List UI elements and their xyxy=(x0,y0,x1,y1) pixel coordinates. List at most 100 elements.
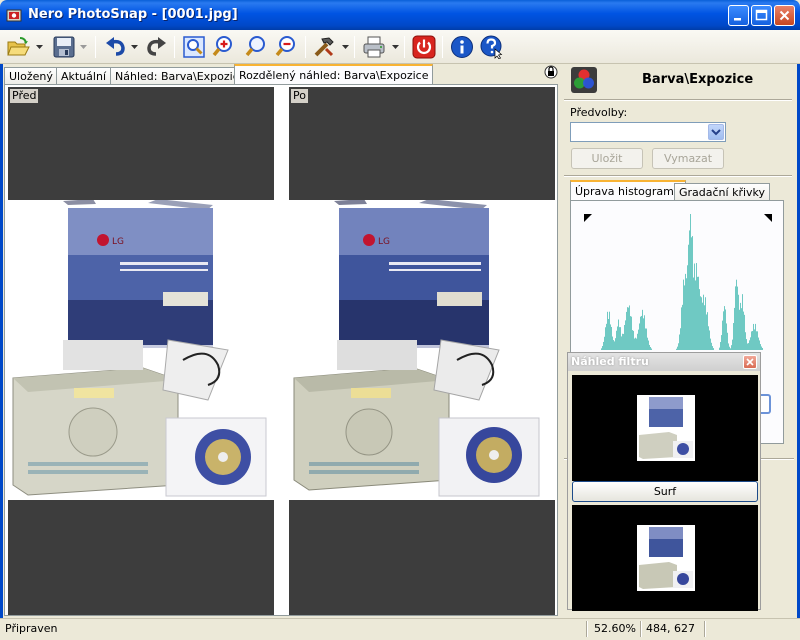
zoom-in-button[interactable] xyxy=(212,35,236,59)
svg-text:LG: LG xyxy=(112,237,124,247)
after-pane[interactable]: Po LG xyxy=(289,87,555,615)
histogram-bar xyxy=(606,323,607,350)
fit-zoom-button[interactable] xyxy=(182,35,206,59)
chevron-down-icon xyxy=(711,129,721,136)
panel-title: Barva\Expozice xyxy=(642,72,754,87)
histogram-bar xyxy=(630,316,631,350)
open-dropdown-icon[interactable] xyxy=(36,45,43,50)
save-preset-button[interactable]: Uložit xyxy=(571,148,643,169)
exit-button[interactable] xyxy=(412,35,436,59)
histogram-bar xyxy=(629,305,630,350)
fit-zoom-icon xyxy=(183,36,205,58)
tab-split-preview[interactable]: Rozdělený náhled: Barva\Expozice xyxy=(234,64,434,86)
histogram-bar xyxy=(712,346,713,350)
filter-preview-close-button[interactable] xyxy=(743,355,757,369)
status-separator xyxy=(586,621,588,637)
open-button[interactable] xyxy=(6,35,30,59)
maximize-button[interactable] xyxy=(751,5,772,26)
histogram-bar xyxy=(696,263,697,350)
close-button[interactable] xyxy=(774,5,795,26)
histogram-bar xyxy=(637,333,638,350)
pin-icon[interactable] xyxy=(544,65,558,79)
histogram-bar xyxy=(610,324,611,350)
histogram-bar xyxy=(611,326,612,350)
redo-icon xyxy=(147,37,166,56)
histogram-bar xyxy=(698,276,699,350)
toolbar-separator xyxy=(442,36,443,58)
split-preview: Před LG Po LG xyxy=(4,84,558,616)
tools-icon xyxy=(314,37,334,57)
zoom-button[interactable] xyxy=(244,35,268,59)
print-dropdown-icon[interactable] xyxy=(392,45,399,50)
histogram-bar xyxy=(681,307,682,350)
histogram-bar xyxy=(602,345,603,350)
histogram-bars xyxy=(601,214,763,350)
histogram-bar xyxy=(756,331,757,350)
close-icon xyxy=(746,358,754,366)
histogram-bar xyxy=(690,214,691,350)
help-button[interactable] xyxy=(480,35,504,59)
minimize-button[interactable] xyxy=(728,5,749,26)
delete-preset-button[interactable]: Vymazat xyxy=(652,148,724,169)
tools-button[interactable] xyxy=(312,35,336,59)
print-button[interactable] xyxy=(362,35,386,59)
histogram-bar xyxy=(645,328,646,350)
presets-dropdown[interactable] xyxy=(570,122,726,142)
histogram-bar xyxy=(628,307,629,350)
histogram-bar xyxy=(689,230,690,350)
tools-dropdown-icon[interactable] xyxy=(342,45,349,50)
histogram-bar xyxy=(687,265,688,350)
save-dropdown-icon[interactable] xyxy=(80,45,87,50)
exit-icon xyxy=(412,35,436,59)
info-button[interactable] xyxy=(450,35,474,59)
histogram-bar xyxy=(700,296,701,350)
filter-preview-titlebar[interactable]: Náhled filtru xyxy=(568,353,760,371)
zoom-out-icon xyxy=(275,36,295,57)
histogram-bar xyxy=(725,309,726,350)
cursor-coordinates: 484, 627 xyxy=(646,622,695,635)
histogram-bar xyxy=(649,344,650,350)
undo-button[interactable] xyxy=(104,35,128,59)
histogram-bar xyxy=(680,328,681,350)
histogram[interactable] xyxy=(584,214,772,350)
filter-thumbnail-before[interactable] xyxy=(572,375,758,481)
print-icon xyxy=(363,36,385,58)
zoom-out-button[interactable] xyxy=(274,35,298,59)
histogram-bar xyxy=(751,331,752,350)
filter-name-button[interactable]: Surf xyxy=(572,481,758,502)
status-separator xyxy=(640,621,642,637)
toolbar-separator xyxy=(305,36,306,58)
histogram-bar xyxy=(702,302,703,350)
histogram-bar xyxy=(678,343,679,350)
toolbar xyxy=(0,30,800,64)
save-button[interactable] xyxy=(52,35,76,59)
filter-thumbnail-after[interactable] xyxy=(572,505,758,611)
presets-dropdown-button[interactable] xyxy=(708,124,724,140)
histogram-bar xyxy=(605,327,606,350)
histogram-bar xyxy=(726,323,727,350)
histogram-bar xyxy=(727,332,728,350)
after-label: Po xyxy=(291,89,308,103)
histogram-bar xyxy=(683,279,684,350)
histogram-bar xyxy=(621,336,622,350)
histogram-bar xyxy=(631,316,632,350)
histogram-bar xyxy=(638,329,639,350)
histogram-bar xyxy=(641,315,642,350)
before-pane[interactable]: Před LG xyxy=(8,87,274,615)
filter-preview-title: Náhled filtru xyxy=(571,355,649,368)
histogram-bar xyxy=(615,338,616,350)
histogram-bar xyxy=(643,318,644,350)
histogram-bar xyxy=(701,297,702,350)
histogram-bar xyxy=(647,337,648,350)
undo-dropdown-icon[interactable] xyxy=(131,45,138,50)
zoom-icon xyxy=(245,36,265,57)
histogram-bar xyxy=(720,342,721,350)
presets-label: Předvolby: xyxy=(570,106,628,119)
undo-icon xyxy=(106,37,125,56)
histogram-bar xyxy=(633,330,634,350)
histogram-bar xyxy=(639,323,640,350)
hidden-button-edge[interactable] xyxy=(761,394,771,414)
redo-button[interactable] xyxy=(144,35,168,59)
histogram-bar xyxy=(697,276,698,350)
tab-histogram[interactable]: Úprava histogramu xyxy=(570,180,686,202)
